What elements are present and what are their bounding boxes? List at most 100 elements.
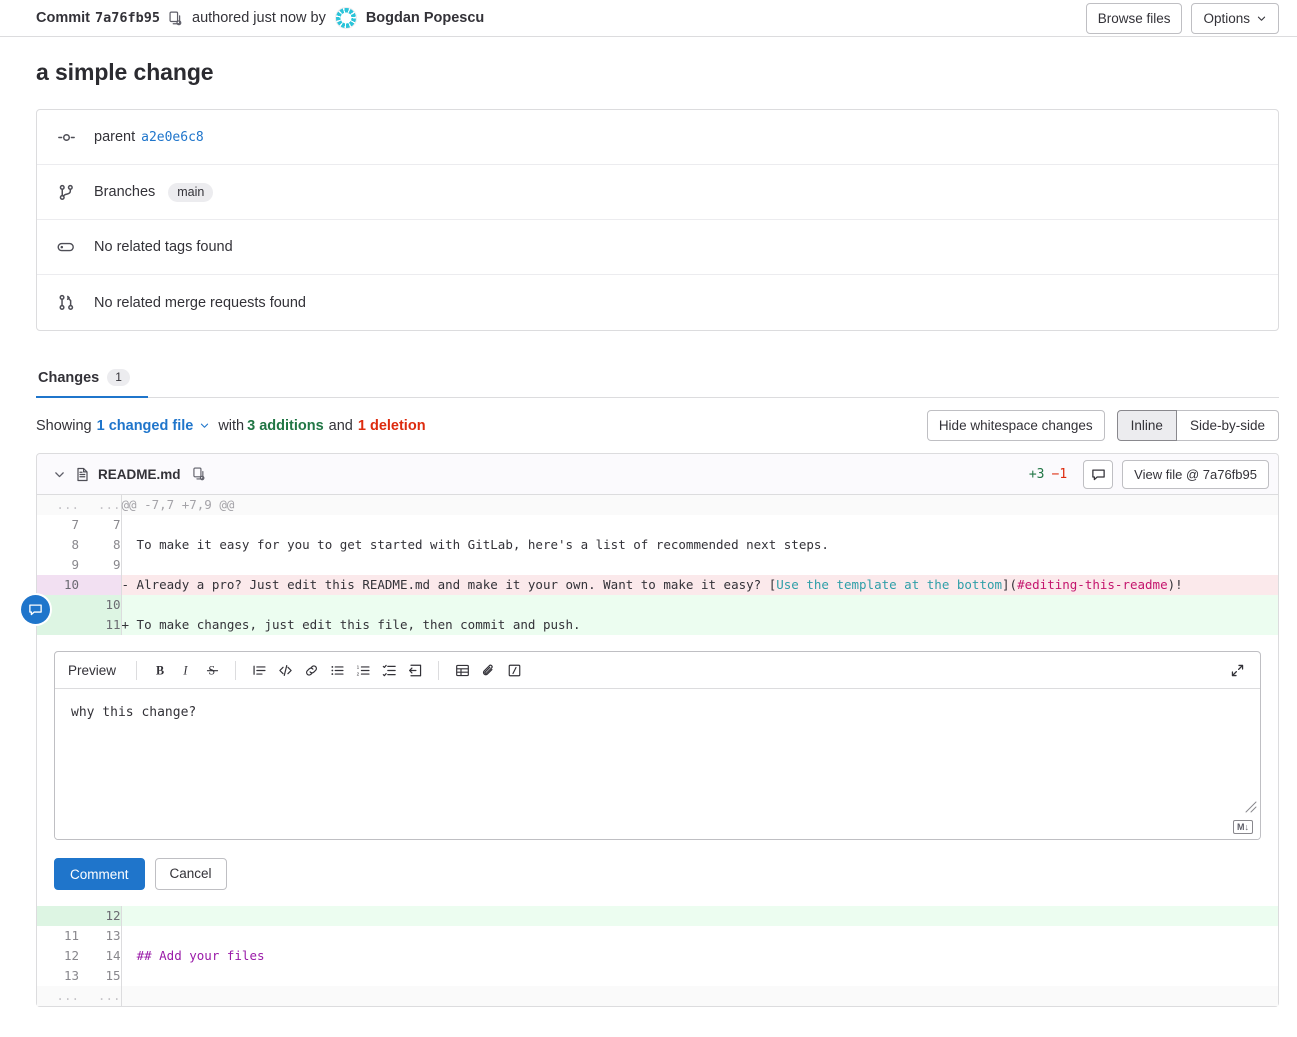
diff-rows-bottom: 12 11 13 12 14 ## Add your files 13 15 .....… [37, 906, 1278, 1006]
divider [438, 660, 440, 680]
copy-icon[interactable] [192, 467, 206, 481]
hide-whitespace-button[interactable]: Hide whitespace changes [926, 410, 1105, 441]
tabs: Changes 1 [36, 359, 1279, 398]
chevron-down-icon[interactable] [53, 468, 66, 481]
changed-files-dropdown[interactable]: 1 changed file [97, 418, 211, 434]
diff-line-number-old[interactable]: ... [37, 495, 79, 515]
diff-line-number-old[interactable] [37, 906, 79, 926]
diff-sign [122, 948, 130, 963]
link-icon[interactable] [298, 657, 324, 683]
info-row-parent: parent a2e0e6c8 [37, 110, 1278, 165]
table-icon[interactable] [449, 657, 475, 683]
info-row-branches-label: Branches [94, 184, 156, 200]
diff-line-content [121, 986, 1278, 1006]
numbered-list-icon[interactable]: 1 2 [350, 657, 376, 683]
code-icon[interactable] [272, 657, 298, 683]
diff-line-number-old[interactable]: 8 [37, 535, 79, 555]
svg-text:B: B [156, 663, 164, 677]
tab-changes-label: Changes [38, 369, 100, 386]
commit-meta: Commit 7a76fb95 authored just now by Bog… [36, 7, 1086, 29]
side-by-side-view-button[interactable]: Side-by-side [1176, 410, 1279, 441]
preview-toggle[interactable]: Preview [68, 663, 126, 678]
diff-line-number-old[interactable]: 12 [37, 946, 79, 966]
diff-line-number-new[interactable]: 14 [79, 946, 122, 966]
diff-line-number-old[interactable]: 13 [37, 966, 79, 986]
deletions-count: 1 deletion [357, 417, 426, 434]
branch-icon [56, 182, 76, 202]
comment-editor: Preview B I S 1 2 why this change? M↓ [54, 651, 1261, 840]
diff-line-number-new[interactable]: 15 [79, 966, 122, 986]
merge-request-icon [56, 293, 76, 313]
diff-line-number-new[interactable]: 9 [79, 555, 122, 575]
author-name[interactable]: Bogdan Popescu [366, 10, 484, 26]
comment-icon[interactable] [1083, 459, 1114, 489]
diff-row-ctx: 77 [37, 515, 1278, 535]
slash-command-icon[interactable] [501, 657, 527, 683]
italic-icon[interactable]: I [173, 657, 199, 683]
bullet-list-icon[interactable] [324, 657, 350, 683]
diff-line-number-new[interactable]: 12 [79, 906, 122, 926]
page-title: a simple change [36, 59, 214, 85]
divider [235, 660, 237, 680]
diff-file-header: README.md +3 −1 View file @ 7a76fb95 [37, 454, 1278, 495]
diff-line-number-old[interactable]: 11 [37, 926, 79, 946]
diff-line-number-new[interactable]: 13 [79, 926, 122, 946]
bold-icon[interactable]: B [147, 657, 173, 683]
diff-line-content [121, 555, 1278, 575]
diff-line-number-new[interactable]: 8 [79, 535, 122, 555]
strikethrough-icon[interactable]: S [199, 657, 225, 683]
cancel-button[interactable]: Cancel [154, 858, 227, 890]
diff-line-number-new[interactable]: ... [79, 986, 122, 1006]
inline-view-button[interactable]: Inline [1116, 410, 1177, 441]
diff-token: ## Add your files [136, 948, 265, 963]
line-comment-indicator[interactable] [21, 595, 50, 624]
comment-form: Preview B I S 1 2 why this change? M↓ Co… [37, 635, 1278, 906]
view-file-button[interactable]: View file @ 7a76fb95 [1122, 459, 1269, 489]
diff-line-number-new[interactable]: 7 [79, 515, 122, 535]
avatar[interactable] [334, 7, 357, 29]
attachment-icon[interactable] [475, 657, 501, 683]
diff-token: #editing-this-readme [1017, 577, 1168, 592]
diff-file-readme: README.md +3 −1 View file @ 7a76fb95 ...… [21, 453, 1279, 1007]
indent-icon[interactable] [402, 657, 428, 683]
file-stat-deletions: −1 [1051, 466, 1068, 482]
tab-changes[interactable]: Changes 1 [36, 359, 148, 398]
diff-line-number-old[interactable]: 9 [37, 555, 79, 575]
diff-line-number-old[interactable]: 7 [37, 515, 79, 535]
commit-info-card: parent a2e0e6c8 Branches main No related… [36, 109, 1279, 331]
fullscreen-icon[interactable] [1224, 657, 1250, 683]
commit-page: Commit 7a76fb95 authored just now by Bog… [0, 0, 1297, 1007]
diff-sign: - [121, 577, 130, 592]
quote-icon[interactable] [246, 657, 272, 683]
branch-badge-main[interactable]: main [168, 182, 214, 202]
diff-token: Use the template at the bottom [776, 577, 1003, 592]
copy-icon[interactable] [168, 11, 183, 26]
diff-token [129, 948, 137, 963]
parent-sha-link[interactable]: a2e0e6c8 [141, 130, 204, 145]
diff-file-name[interactable]: README.md [98, 467, 181, 482]
options-button-label: Options [1203, 10, 1250, 26]
diff-line-number-new[interactable]: 10 [79, 595, 122, 615]
diff-row-add: 10 [37, 595, 1278, 615]
diff-table-bottom: 12 11 13 12 14 ## Add your files 13 15 .....… [37, 906, 1278, 1006]
diff-line-number-new[interactable]: 11 [79, 615, 122, 635]
browse-files-button[interactable]: Browse files [1085, 2, 1183, 34]
diff-line-number-old[interactable]: 10 [21, 575, 79, 624]
commit-sha: 7a76fb95 [94, 10, 161, 26]
task-list-icon[interactable] [376, 657, 402, 683]
diff-line-content: To make it easy for you to get started w… [121, 535, 1278, 555]
diff-line-number-old[interactable]: ... [37, 986, 79, 1006]
diff-line-number-new[interactable]: ... [79, 495, 122, 515]
options-button[interactable]: Options [1191, 2, 1279, 34]
markdown-badge[interactable]: M↓ [1233, 820, 1253, 834]
info-row-mr-label: No related merge requests found [94, 294, 306, 311]
diff-rows-top: ...... @@ -7,7 +7,9 @@ 7 7 88 To make it ea… [21, 495, 1278, 635]
diff-row-add: 12 [37, 906, 1278, 926]
diff-token: ]( [1002, 577, 1018, 592]
document-icon [75, 467, 90, 482]
diff-line-number-new[interactable] [79, 575, 122, 595]
comment-button[interactable]: Comment [54, 858, 145, 890]
commit-header-actions: Browse files Options [1085, 2, 1279, 34]
comment-textarea[interactable] [55, 689, 1260, 839]
diff-line-content: @@ -7,7 +7,9 @@ [121, 495, 1278, 515]
